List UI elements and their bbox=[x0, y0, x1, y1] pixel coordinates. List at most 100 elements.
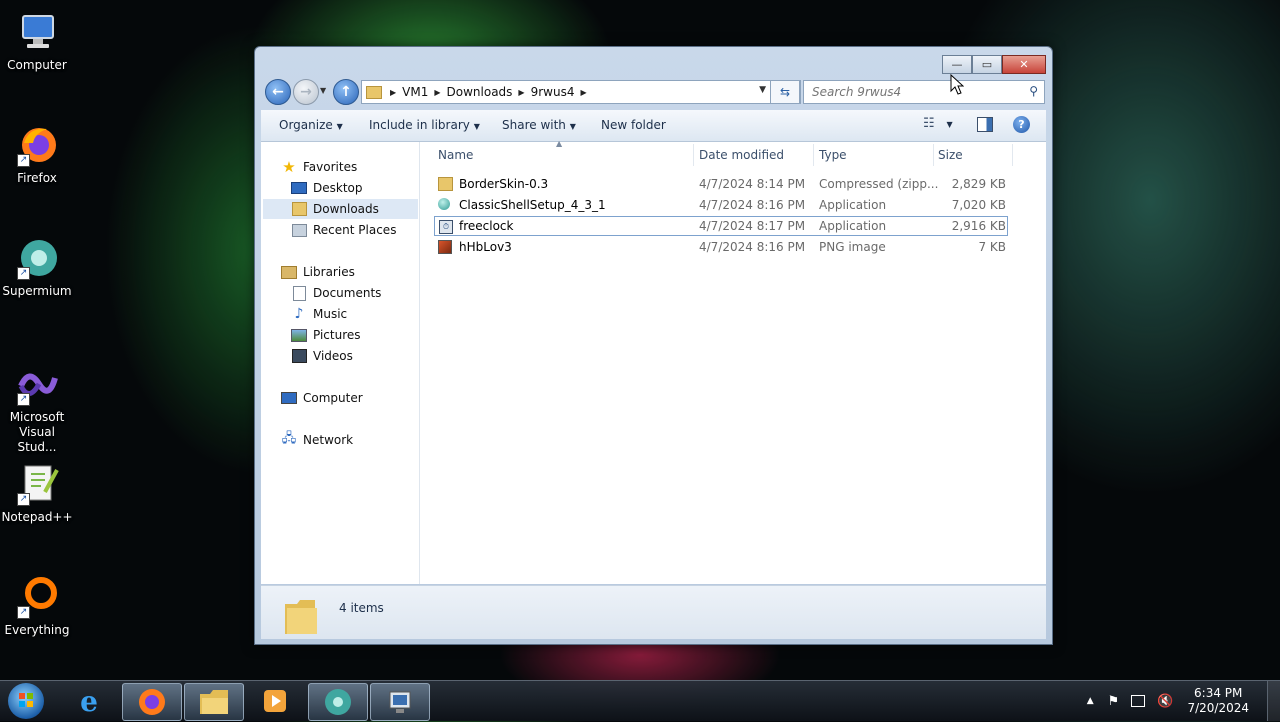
close-button[interactable]: ✕ bbox=[1002, 55, 1046, 74]
nav-documents[interactable]: Documents bbox=[291, 283, 381, 303]
volume-muted-icon[interactable]: 🔇 bbox=[1157, 694, 1173, 709]
taskbar-supermium[interactable] bbox=[308, 683, 368, 721]
forward-arrow-icon: → bbox=[300, 84, 312, 100]
computer-icon bbox=[15, 10, 59, 54]
desktop-icon-label: Everything bbox=[4, 623, 70, 637]
help-icon: ? bbox=[1018, 118, 1025, 131]
shortcut-arrow-icon: ↗ bbox=[17, 154, 30, 167]
nav-pictures[interactable]: Pictures bbox=[291, 325, 361, 345]
taskbar-control-panel[interactable] bbox=[370, 683, 430, 721]
music-icon: ♪ bbox=[294, 306, 304, 322]
chevron-down-icon: ▼ bbox=[473, 122, 480, 131]
desktop-icon-label: Computer bbox=[7, 58, 67, 72]
help-button[interactable]: ? bbox=[1013, 116, 1030, 133]
desktop-icon-computer[interactable]: Computer bbox=[0, 4, 74, 72]
computer-icon bbox=[281, 391, 297, 405]
chevron-down-icon: ▼ bbox=[569, 122, 576, 131]
folder-icon bbox=[366, 85, 382, 99]
share-with-button[interactable]: Share with ▼ bbox=[502, 118, 576, 132]
change-view-button[interactable]: ☷ ▼ bbox=[923, 116, 953, 131]
table-row[interactable]: BorderSkin-0.3 4/7/2024 8:14 PM Compress… bbox=[434, 174, 1008, 194]
taskbar: e ▲ ⚑ 🔇 6:34 PM 7/20/2024 bbox=[0, 680, 1280, 721]
classic-shell-icon bbox=[438, 197, 453, 212]
nav-downloads[interactable]: Downloads bbox=[291, 199, 379, 219]
chevron-down-icon: ▼ bbox=[946, 120, 953, 129]
minimize-button[interactable]: — bbox=[942, 55, 972, 74]
nav-recent-places[interactable]: Recent Places bbox=[291, 220, 396, 240]
show-desktop-button[interactable] bbox=[1267, 681, 1280, 721]
nav-desktop[interactable]: Desktop bbox=[291, 178, 363, 198]
refresh-icon: ⇆ bbox=[779, 85, 791, 99]
breadcrumb-vm1[interactable]: VM1 bbox=[402, 85, 428, 99]
folder-large-icon bbox=[283, 596, 317, 634]
sort-indicator-icon: ▲ bbox=[556, 139, 563, 148]
notepadpp-icon: ↗ bbox=[15, 462, 59, 506]
nav-music[interactable]: ♪ Music bbox=[291, 304, 348, 324]
action-center-flag-icon[interactable]: ⚑ bbox=[1108, 694, 1120, 709]
nav-libraries[interactable]: Libraries bbox=[281, 262, 355, 282]
start-button[interactable] bbox=[8, 683, 44, 719]
desktop-icon-supermium[interactable]: ↗ Supermium bbox=[0, 230, 74, 298]
preview-pane-button[interactable] bbox=[977, 117, 993, 132]
column-header-name[interactable]: Name bbox=[438, 148, 473, 162]
maximize-button[interactable]: ▭ bbox=[972, 55, 1002, 74]
taskbar-file-explorer[interactable] bbox=[184, 683, 244, 721]
address-bar[interactable]: ▶ VM1 ▶ Downloads ▶ 9rwus4 ▶ ▼ bbox=[361, 80, 801, 104]
desktop-icon-firefox[interactable]: ↗ Firefox bbox=[0, 117, 74, 185]
search-box[interactable]: ⚲ bbox=[803, 80, 1045, 104]
new-folder-button[interactable]: New folder bbox=[601, 118, 666, 132]
desktop-icon-everything[interactable]: ↗ Everything bbox=[0, 569, 74, 637]
network-icon: 🖧 bbox=[281, 431, 297, 446]
search-icon[interactable]: ⚲ bbox=[1029, 84, 1038, 98]
desktop-icon-notepadpp[interactable]: ↗ Notepad++ bbox=[0, 456, 74, 524]
caption-buttons: — ▭ ✕ bbox=[942, 55, 1046, 74]
firefox-icon: ↗ bbox=[15, 123, 59, 167]
organize-button[interactable]: Organize ▼ bbox=[279, 118, 343, 132]
network-tray-icon[interactable] bbox=[1131, 695, 1146, 707]
nav-favorites[interactable]: ★ Favorites bbox=[281, 157, 357, 177]
address-dropdown-icon[interactable]: ▼ bbox=[759, 85, 766, 95]
videos-icon bbox=[291, 349, 307, 363]
table-row[interactable]: hHbLov3 4/7/2024 8:16 PM PNG image 7 KB bbox=[434, 237, 1008, 257]
taskbar-firefox[interactable] bbox=[122, 683, 182, 721]
shortcut-arrow-icon: ↗ bbox=[17, 606, 30, 619]
desktop-icon-visual-studio[interactable]: ↗ Microsoft Visual Stud... bbox=[0, 356, 74, 455]
breadcrumb-9rwus4[interactable]: 9rwus4 bbox=[531, 85, 575, 99]
nav-computer[interactable]: Computer bbox=[281, 388, 363, 408]
column-divider bbox=[1012, 144, 1013, 166]
navigation-bar: ← → ▼ ↑ ▶ VM1 ▶ Downloads ▶ 9rwus4 ▶ ▼ ⇆… bbox=[263, 77, 1045, 107]
include-in-library-button[interactable]: Include in library ▼ bbox=[369, 118, 480, 132]
desktop-icon-label: Microsoft Visual Stud... bbox=[9, 410, 65, 454]
mouse-cursor-icon bbox=[950, 73, 965, 99]
forward-button[interactable]: → bbox=[293, 79, 319, 105]
navigation-pane: ★ Favorites Desktop Downloads Recent Pla… bbox=[261, 142, 420, 584]
column-divider bbox=[813, 144, 814, 166]
media-player-icon bbox=[264, 690, 286, 712]
recent-pages-dropdown[interactable]: ▼ bbox=[320, 86, 326, 95]
column-divider bbox=[693, 144, 694, 166]
breadcrumb-separator-icon: ▶ bbox=[518, 87, 525, 97]
supermium-icon bbox=[325, 689, 351, 715]
column-header-type[interactable]: Type bbox=[819, 148, 847, 162]
up-button[interactable]: ↑ bbox=[333, 79, 359, 105]
clock[interactable]: 6:34 PM 7/20/2024 bbox=[1187, 686, 1249, 716]
shortcut-arrow-icon: ↗ bbox=[17, 393, 30, 406]
column-header-size[interactable]: Size bbox=[938, 148, 963, 162]
nav-videos[interactable]: Videos bbox=[291, 346, 353, 366]
taskbar-media-player[interactable] bbox=[246, 683, 304, 719]
item-count: 4 items bbox=[339, 601, 384, 615]
breadcrumb-downloads[interactable]: Downloads bbox=[447, 85, 513, 99]
taskbar-internet-explorer[interactable]: e bbox=[60, 683, 118, 719]
back-arrow-icon: ← bbox=[272, 84, 284, 100]
nav-network[interactable]: 🖧 Network bbox=[281, 430, 353, 450]
back-button[interactable]: ← bbox=[265, 79, 291, 105]
application-icon: ⏱ bbox=[439, 219, 454, 234]
column-header-date[interactable]: Date modified bbox=[699, 148, 784, 162]
table-row[interactable]: ClassicShellSetup_4_3_1 4/7/2024 8:16 PM… bbox=[434, 195, 1008, 215]
show-hidden-icons-icon[interactable]: ▲ bbox=[1087, 696, 1094, 706]
refresh-button[interactable]: ⇆ bbox=[770, 80, 800, 104]
table-row[interactable]: ⏱ freeclock 4/7/2024 8:17 PM Application… bbox=[434, 216, 1008, 236]
breadcrumb-separator-icon: ▶ bbox=[434, 87, 441, 97]
breadcrumb-separator-icon: ▶ bbox=[580, 87, 587, 97]
search-input[interactable] bbox=[810, 84, 1024, 100]
